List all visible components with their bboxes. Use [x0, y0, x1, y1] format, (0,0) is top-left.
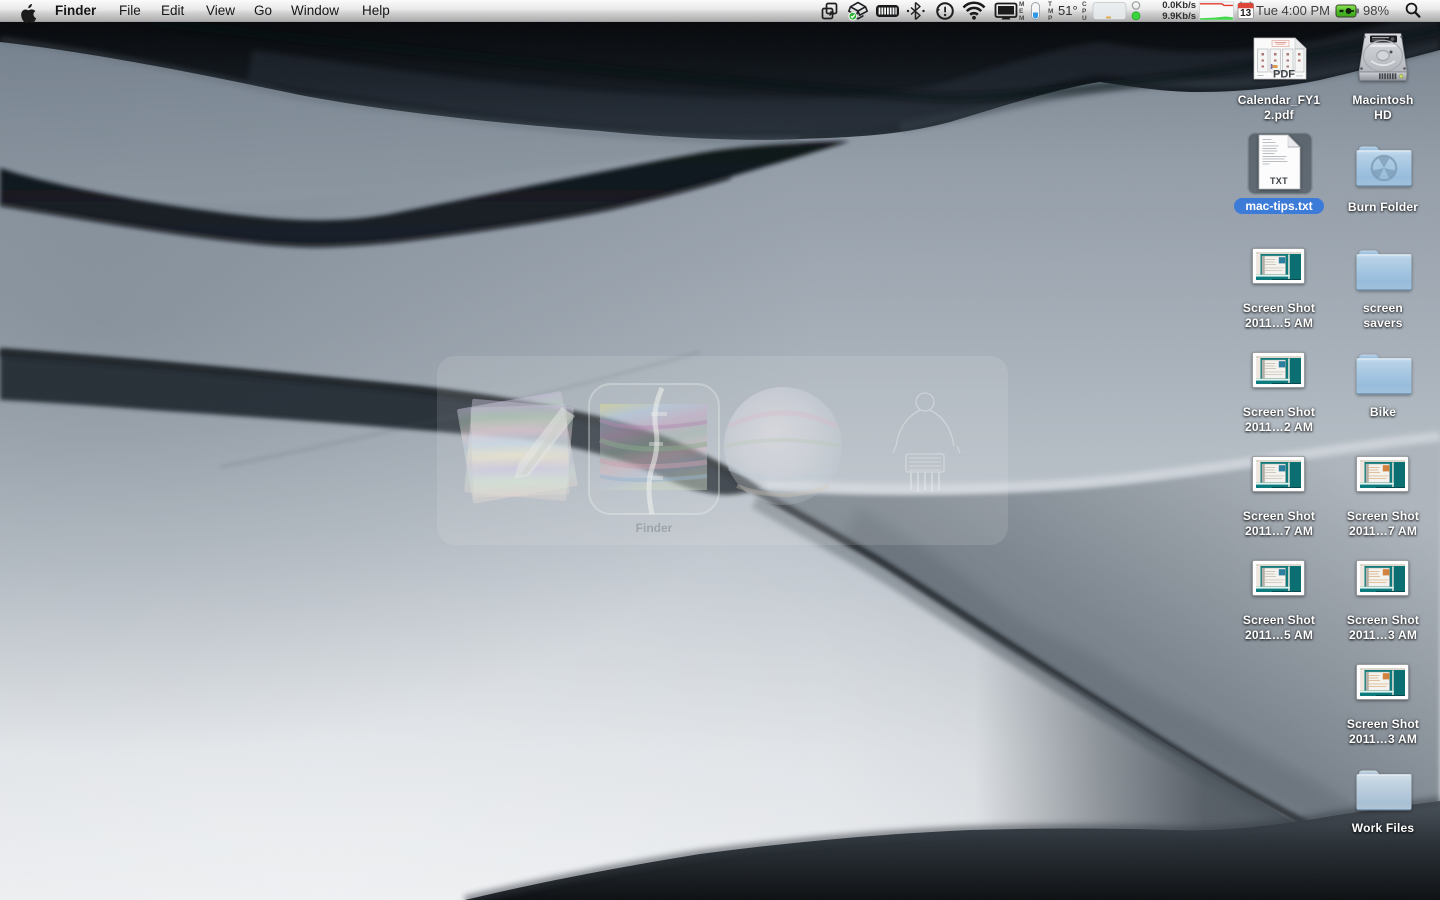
svg-text:PDF: PDF [1273, 69, 1295, 81]
svg-text:Finder: Finder [636, 521, 673, 535]
svg-text:13: 13 [1240, 8, 1252, 19]
svg-text:TXT: TXT [1270, 176, 1288, 186]
